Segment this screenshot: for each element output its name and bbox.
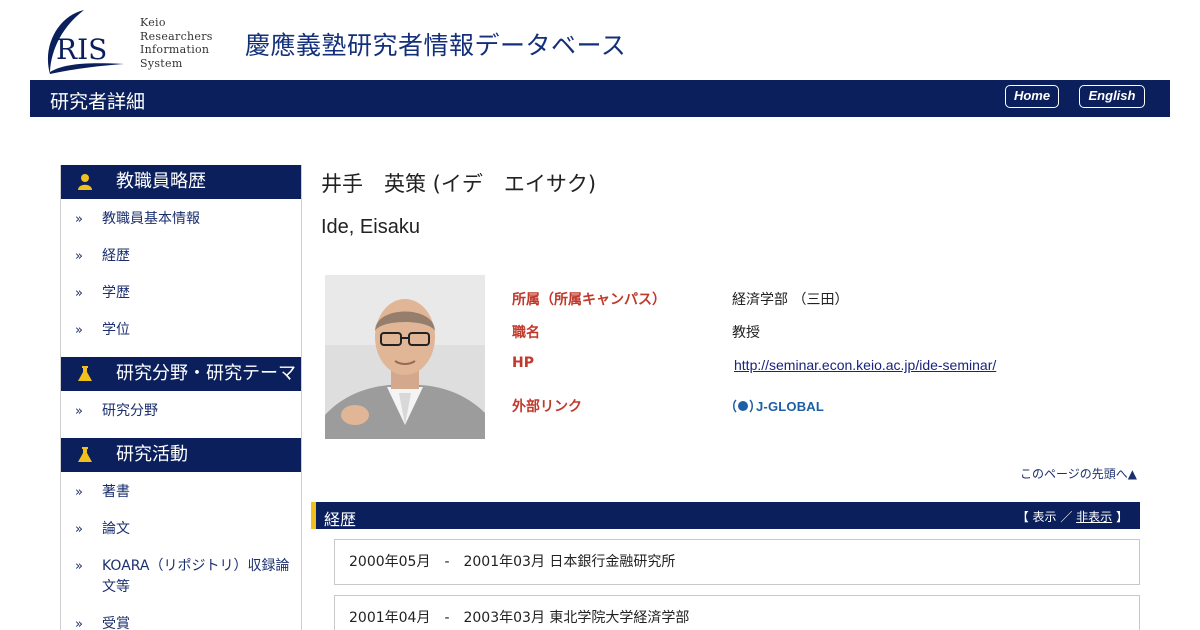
career-entry: 2001年04月 - 2003年03月 東北学院大学経済学部 xyxy=(334,595,1140,630)
page-title: 研究者詳細 xyxy=(50,91,146,113)
sidebar-section-title: 教職員略歴 xyxy=(116,171,206,192)
english-button[interactable]: English xyxy=(1079,85,1145,108)
sidebar-item-career[interactable]: » 経歴 xyxy=(61,246,301,267)
page-top-link[interactable]: このページの先頭へ▲ xyxy=(1020,465,1137,482)
position-label: 職名 xyxy=(512,325,540,341)
chevron-right-icon: » xyxy=(75,323,83,338)
sidebar-item-papers[interactable]: » 論文 xyxy=(61,519,301,540)
ris-logo-mark: RIS xyxy=(47,10,124,74)
toggle-show[interactable]: 【 表示 ／ xyxy=(1017,510,1076,524)
flask-icon xyxy=(78,447,92,462)
logo-line: Researchers xyxy=(140,29,213,43)
sidebar: 教職員略歴 » 教職員基本情報 » 経歴 » 学歴 » 学位 研究分野・研究テーマ » 研… xyxy=(60,165,302,630)
flask-icon xyxy=(78,366,92,381)
career-org: 東北学院大学経済学部 xyxy=(549,610,690,626)
sidebar-item-research-field[interactable]: » 研究分野 xyxy=(61,401,301,422)
title-bar: 研究者詳細 Home English xyxy=(30,80,1170,117)
sidebar-item-basic-info[interactable]: » 教職員基本情報 xyxy=(61,209,301,230)
site-title: 慶應義塾研究者情報データベース xyxy=(245,31,627,60)
affiliation-label: 所属（所属キャンパス） xyxy=(512,292,666,308)
hp-label: HP xyxy=(512,355,534,371)
sidebar-item-koara[interactable]: » KOARA（リポジトリ）収録論文等 xyxy=(61,556,291,598)
career-period: 2001年04月 - 2003年03月 xyxy=(349,610,545,626)
career-org: 日本銀行金融研究所 xyxy=(549,554,676,570)
section-toggle: 【 表示 ／ 非表示 】 xyxy=(1016,510,1128,524)
researcher-photo xyxy=(325,275,485,439)
career-period: 2000年05月 - 2001年03月 xyxy=(349,554,545,570)
chevron-right-icon: » xyxy=(75,485,83,500)
researcher-name-en: Ide, Eisaku xyxy=(321,216,420,238)
logo-line: System xyxy=(140,56,183,70)
sidebar-section-header: 研究活動 xyxy=(61,438,301,472)
sidebar-item-awards[interactable]: » 受賞 xyxy=(61,614,301,630)
affiliation-value: 経済学部 （三田） xyxy=(732,292,849,308)
logo-line: Information xyxy=(140,43,210,56)
researcher-name-ja: 井手 英策 (イデ エイサク) xyxy=(321,172,597,196)
sidebar-item-degree[interactable]: » 学位 xyxy=(61,320,301,341)
sidebar-section-title: 研究活動 xyxy=(116,444,188,465)
person-icon xyxy=(78,174,92,190)
site-logo[interactable]: RIS Keio Researchers Information System xyxy=(44,6,224,76)
home-button[interactable]: Home xyxy=(1005,85,1059,108)
chevron-right-icon: » xyxy=(75,559,83,574)
logo-line: Keio xyxy=(140,16,166,29)
sidebar-section-header: 研究分野・研究テーマ xyxy=(61,357,301,391)
sidebar-item-education[interactable]: » 学歴 xyxy=(61,283,301,304)
career-section-title: 経歴 xyxy=(324,510,357,529)
career-section-header: 経歴 【 表示 ／ 非表示 】 xyxy=(311,502,1140,529)
career-entry: 2000年05月 - 2001年03月 日本銀行金融研究所 xyxy=(334,539,1140,585)
chevron-right-icon: » xyxy=(75,249,83,264)
sidebar-section-header: 教職員略歴 xyxy=(61,165,301,199)
jglobal-link[interactable]: J-GLOBAL xyxy=(733,397,824,415)
logo-letters: RIS xyxy=(56,33,107,66)
chevron-right-icon: » xyxy=(75,522,83,537)
logo-text: Keio Researchers Information System xyxy=(140,16,213,70)
external-link-label: 外部リンク xyxy=(512,399,582,415)
chevron-right-icon: » xyxy=(75,617,83,630)
homepage-link[interactable]: http://seminar.econ.keio.ac.jp/ide-semin… xyxy=(734,357,996,373)
toggle-hide[interactable]: 非表示 xyxy=(1076,510,1112,524)
chevron-right-icon: » xyxy=(75,286,83,301)
jglobal-text: J-GLOBAL xyxy=(756,398,825,414)
chevron-right-icon: » xyxy=(75,212,83,227)
chevron-right-icon: » xyxy=(75,404,83,419)
position-value: 教授 xyxy=(732,325,760,341)
sidebar-item-books[interactable]: » 著書 xyxy=(61,482,301,503)
sidebar-section-title: 研究分野・研究テーマ xyxy=(116,363,296,384)
jglobal-logo-icon xyxy=(733,399,753,413)
